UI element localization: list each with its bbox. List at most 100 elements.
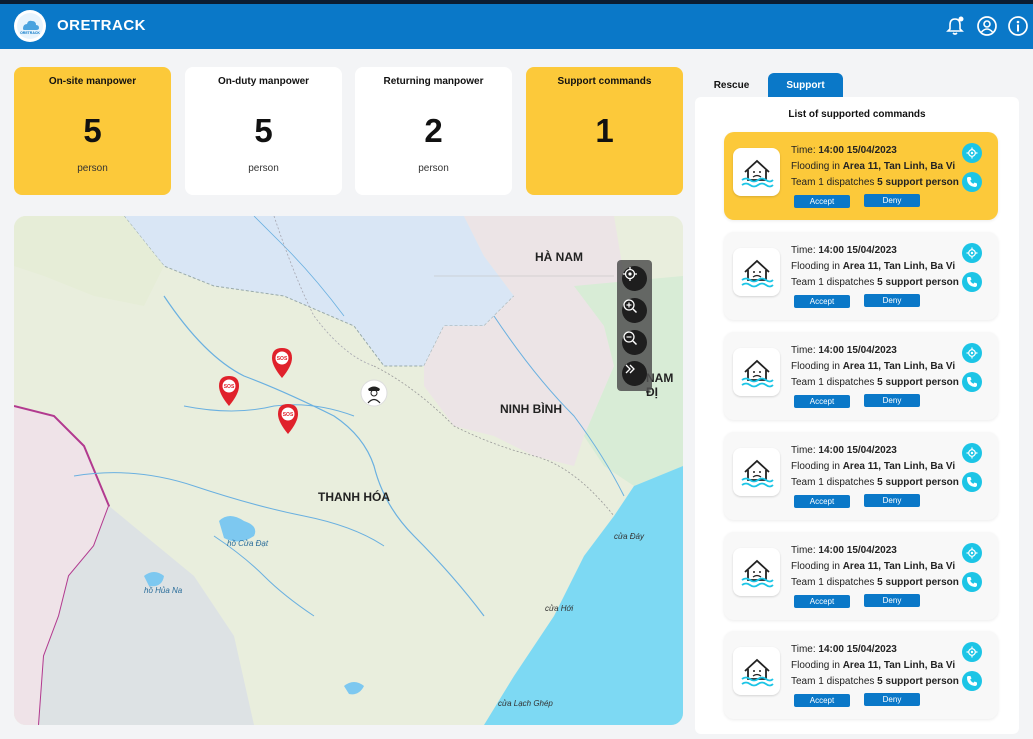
stat-unit: person — [418, 163, 449, 174]
locate-icon[interactable] — [962, 243, 982, 263]
command-event: Flooding in Area 11, Tan Linh, Ba Vi — [791, 461, 956, 472]
stat-value: 5 — [83, 112, 102, 149]
svg-text:SOS: SOS — [283, 412, 294, 418]
command-time: Time: 14:00 15/04/2023 — [791, 145, 897, 156]
locate-icon[interactable] — [962, 543, 982, 563]
stat-value: 2 — [424, 112, 443, 149]
zoom-in-icon[interactable] — [622, 298, 647, 323]
expand-icon[interactable] — [622, 361, 647, 386]
command-event: Flooding in Area 11, Tan Linh, Ba Vi — [791, 261, 956, 272]
map-label-ha-nam: HÀ NAM — [535, 250, 583, 264]
accept-button[interactable]: Accept — [794, 495, 850, 508]
command-event: Flooding in Area 11, Tan Linh, Ba Vi — [791, 361, 956, 372]
tab-rescue[interactable]: Rescue — [694, 73, 769, 97]
stat-label: Support commands — [557, 76, 652, 87]
deny-button[interactable]: Deny — [864, 294, 920, 307]
map-terrain — [14, 216, 683, 725]
map-label-cua-hoi: cửa Hới — [545, 604, 574, 613]
command-card[interactable]: Time: 14:00 15/04/2023 Flooding in Area … — [724, 132, 998, 220]
stat-value: 1 — [595, 112, 614, 149]
locate-icon[interactable] — [962, 642, 982, 662]
command-dispatch: Team 1 dispatches 5 support person — [791, 577, 959, 588]
cloud-logo-icon: ORETRACK — [17, 13, 43, 39]
command-card[interactable]: Time: 14:00 15/04/2023 Flooding in Area … — [724, 532, 998, 620]
stat-unit: person — [248, 163, 279, 174]
phone-icon[interactable] — [962, 372, 982, 392]
map-label-cua-lach-ghep: cửa Lạch Ghép — [498, 699, 553, 708]
map-controls — [617, 260, 652, 391]
flood-house-icon — [733, 548, 780, 596]
accept-button[interactable]: Accept — [794, 395, 850, 408]
locate-icon[interactable] — [622, 266, 647, 291]
flood-house-icon — [733, 647, 780, 695]
accept-button[interactable]: Accept — [794, 694, 850, 707]
map-label-ninh-binh: NINH BÌNH — [500, 402, 562, 416]
stat-card-onsite: On-site manpower 5 person — [14, 67, 171, 195]
panel-title: List of supported commands — [788, 109, 926, 120]
command-card[interactable]: Time: 14:00 15/04/2023 Flooding in Area … — [724, 332, 998, 420]
svg-text:SOS: SOS — [277, 356, 288, 362]
stat-label: On-site manpower — [48, 76, 137, 87]
stat-card-returning: Returning manpower 2 person — [355, 67, 512, 195]
map-label-ho-cua-dat: hồ Cửa Đạt — [227, 539, 269, 548]
flood-house-icon — [733, 448, 780, 496]
deny-button[interactable]: Deny — [864, 194, 920, 207]
stat-label: On-duty manpower — [217, 76, 310, 87]
command-dispatch: Team 1 dispatches 5 support person — [791, 277, 959, 288]
stat-unit: person — [77, 163, 108, 174]
bell-icon[interactable] — [944, 15, 966, 37]
app-logo[interactable]: ORETRACK — [14, 10, 46, 42]
command-card[interactable]: Time: 14:00 15/04/2023 Flooding in Area … — [724, 432, 998, 520]
sos-pin[interactable]: SOS — [276, 403, 300, 435]
zoom-out-icon[interactable] — [622, 330, 647, 355]
sos-pin[interactable]: SOS — [270, 347, 294, 379]
accept-button[interactable]: Accept — [794, 595, 850, 608]
phone-icon[interactable] — [962, 671, 982, 691]
worker-marker-icon[interactable] — [360, 379, 388, 407]
info-icon[interactable] — [1007, 15, 1029, 37]
stat-card-support: Support commands 1 — [526, 67, 683, 195]
deny-button[interactable]: Deny — [864, 394, 920, 407]
command-event: Flooding in Area 11, Tan Linh, Ba Vi — [791, 161, 956, 172]
phone-icon[interactable] — [962, 572, 982, 592]
deny-button[interactable]: Deny — [864, 693, 920, 706]
command-time: Time: 14:00 15/04/2023 — [791, 445, 897, 456]
command-card[interactable]: Time: 14:00 15/04/2023 Flooding in Area … — [724, 631, 998, 719]
sos-pin[interactable]: SOS — [217, 375, 241, 407]
command-time: Time: 14:00 15/04/2023 — [791, 245, 897, 256]
user-icon[interactable] — [976, 15, 998, 37]
command-time: Time: 14:00 15/04/2023 — [791, 545, 897, 556]
stat-card-onduty: On-duty manpower 5 person — [185, 67, 342, 195]
flood-house-icon — [733, 348, 780, 396]
command-dispatch: Team 1 dispatches 5 support person — [791, 676, 959, 687]
stat-value: 5 — [254, 112, 273, 149]
deny-button[interactable]: Deny — [864, 494, 920, 507]
stat-label: Returning manpower — [383, 76, 484, 87]
command-event: Flooding in Area 11, Tan Linh, Ba Vi — [791, 660, 956, 671]
locate-icon[interactable] — [962, 443, 982, 463]
accept-button[interactable]: Accept — [794, 195, 850, 208]
locate-icon[interactable] — [962, 343, 982, 363]
svg-text:ORETRACK: ORETRACK — [20, 31, 40, 35]
svg-text:SOS: SOS — [224, 384, 235, 390]
map-label-ho-hua-na: hồ Hủa Na — [144, 586, 183, 595]
command-dispatch: Team 1 dispatches 5 support person — [791, 177, 959, 188]
command-time: Time: 14:00 15/04/2023 — [791, 644, 897, 655]
command-card[interactable]: Time: 14:00 15/04/2023 Flooding in Area … — [724, 232, 998, 320]
supported-commands-panel: List of supported commands Time: 14:00 1… — [695, 97, 1019, 734]
app-title: ORETRACK — [57, 17, 146, 34]
deny-button[interactable]: Deny — [864, 594, 920, 607]
flood-house-icon — [733, 148, 780, 196]
locate-icon[interactable] — [962, 143, 982, 163]
map-label-cua-day: cửa Đáy — [614, 532, 644, 541]
tab-support[interactable]: Support — [768, 73, 843, 97]
phone-icon[interactable] — [962, 172, 982, 192]
accept-button[interactable]: Accept — [794, 295, 850, 308]
command-dispatch: Team 1 dispatches 5 support person — [791, 377, 959, 388]
top-bar: ORETRACK ORETRACK — [0, 0, 1033, 49]
command-dispatch: Team 1 dispatches 5 support person — [791, 477, 959, 488]
map-view[interactable]: HÀ NAM NAM ĐỊ NINH BÌNH THANH HÓA hồ Cửa… — [14, 216, 683, 725]
phone-icon[interactable] — [962, 472, 982, 492]
map-label-thanh-hoa: THANH HÓA — [318, 490, 390, 504]
phone-icon[interactable] — [962, 272, 982, 292]
